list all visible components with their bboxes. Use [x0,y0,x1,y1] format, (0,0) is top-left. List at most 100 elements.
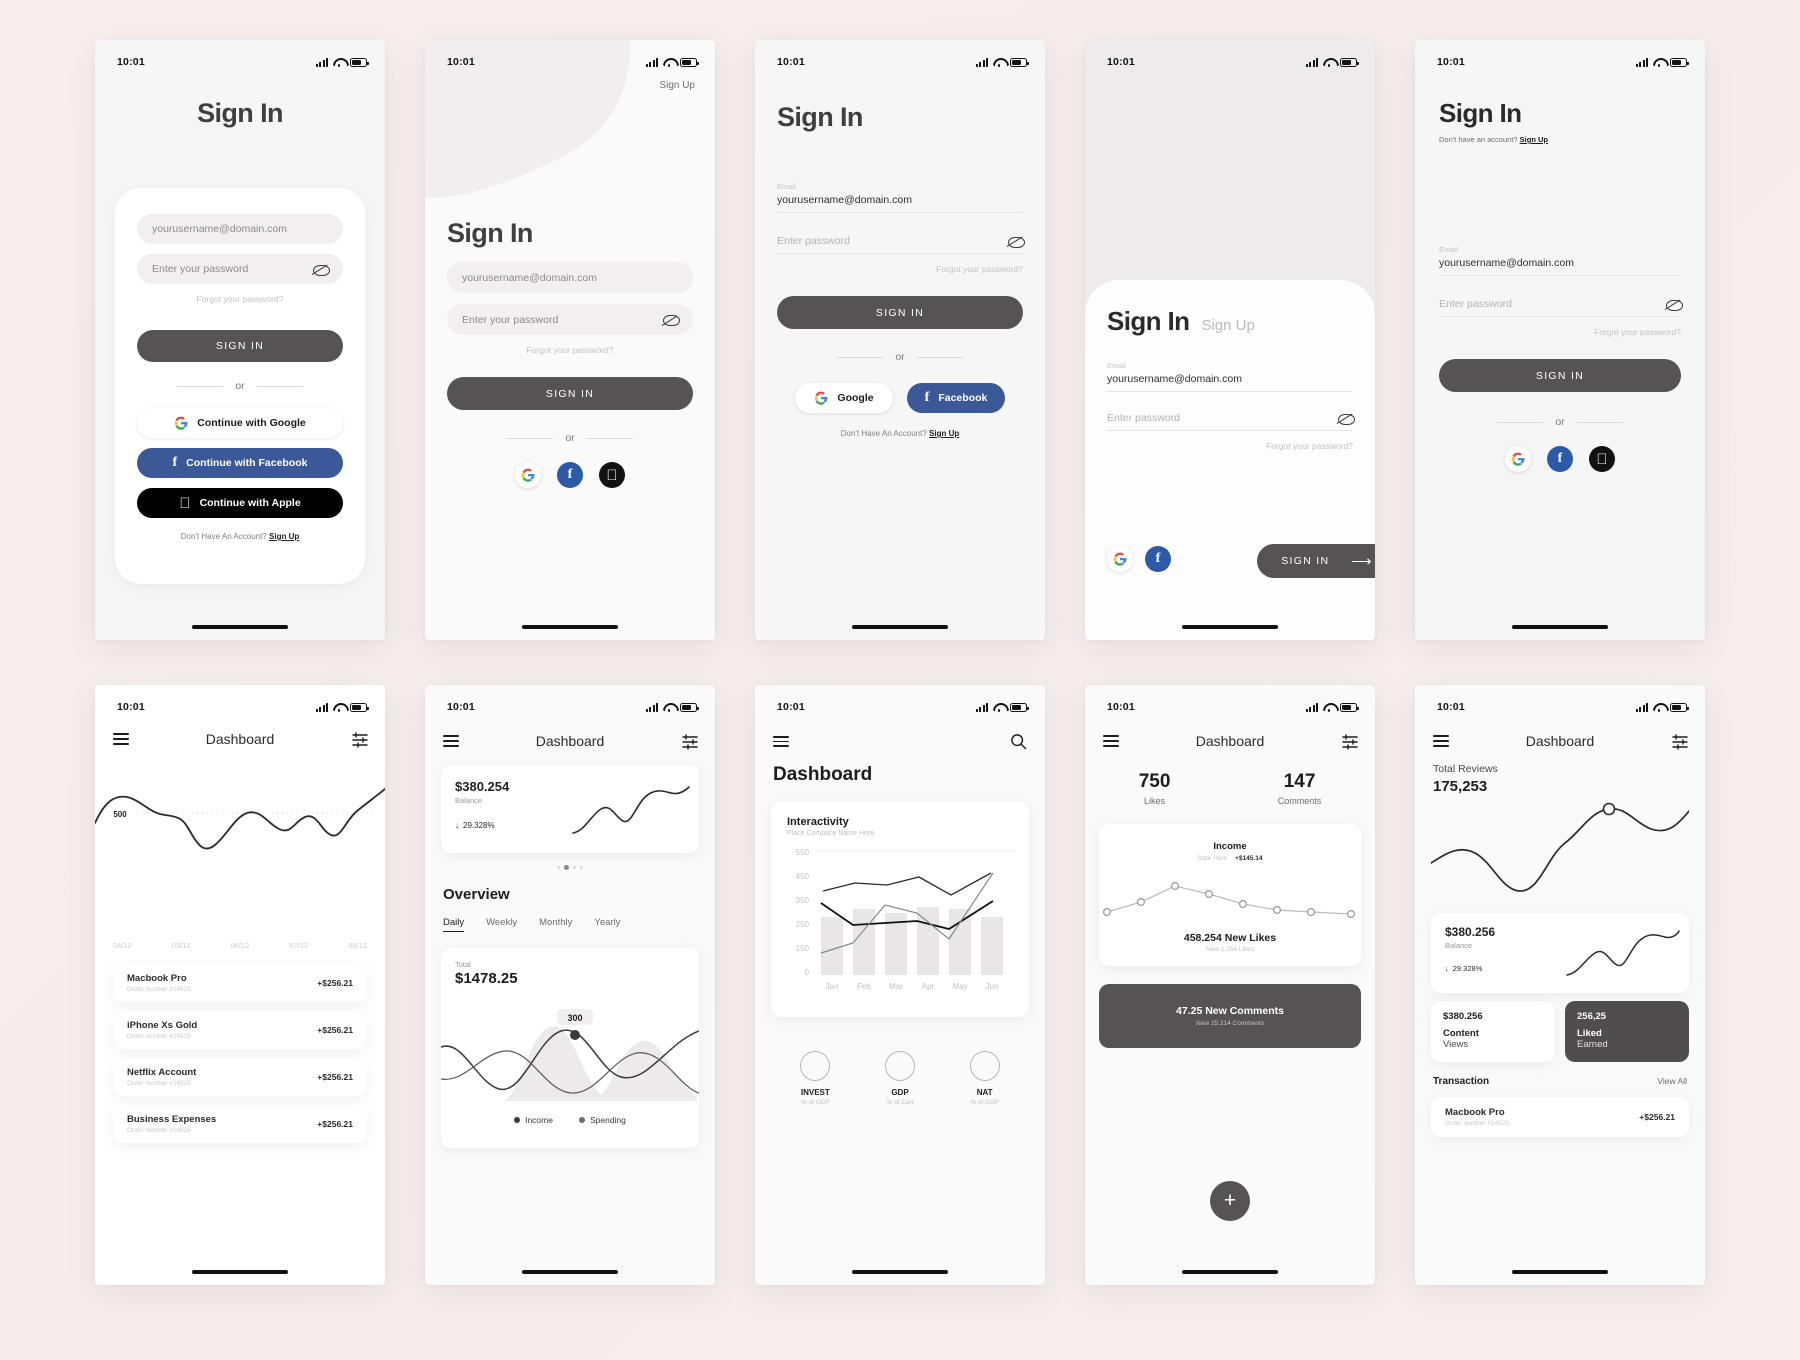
continue-with-google-button[interactable]: Continue with Google [137,408,343,438]
email-value: yourusername@domain.com [1439,257,1681,276]
filter-icon[interactable] [1341,734,1358,750]
google-social-button[interactable] [1107,546,1133,572]
balance-card[interactable]: $380.254 Balance ↓ 29.328% [441,765,699,853]
continue-with-facebook-button[interactable]: f Continue with Facebook [137,448,343,478]
new-comments-card[interactable]: 47.25 New Comments New 25.214 Comments [1099,984,1361,1048]
y-tick: 150 [796,944,810,953]
add-button[interactable]: + [1210,1181,1250,1221]
content-views-card[interactable]: $380.256 Content Views [1431,1001,1555,1062]
income-line-chart [1102,882,1356,918]
sign-in-button[interactable]: SIGN IN ⟶ [1257,544,1375,578]
signup-link[interactable]: Sign Up [1520,135,1548,144]
email-field[interactable]: Email yourusername@domain.com [777,182,1023,213]
forgot-password-link[interactable]: Forgot your password? [777,264,1023,274]
signup-link[interactable]: Sign Up [929,429,959,438]
cellular-signal-icon [316,57,328,67]
sign-in-button[interactable]: SIGN IN [137,330,343,362]
status-bar: 10:01 [425,685,715,719]
comments-label: Comments [1277,796,1322,806]
email-value: yourusername@domain.com [777,194,1023,213]
password-field[interactable]: Enter password [1439,298,1683,317]
email-value: yourusername@domain.com [1107,373,1353,392]
password-input[interactable]: Enter your password [447,304,693,335]
chart-badge: 500 [113,810,127,819]
balance-sparkline [572,786,690,834]
email-field[interactable]: Email yourusername@domain.com [1439,245,1681,276]
transaction-row[interactable]: Business Expenses Order number #14525 +$25… [113,1105,367,1143]
transaction-row[interactable]: iPhone Xs Gold Order number #14525 +$256.2… [113,1011,367,1049]
stat-gdp[interactable]: GDP % of Cart [884,1051,915,1106]
or-label: or [895,351,905,363]
eye-off-icon[interactable] [663,314,680,326]
forgot-password-link[interactable]: Forgot your password? [1439,327,1681,337]
period-tabs[interactable]: Daily Weekly Monthly Yearly [443,917,697,932]
income-date: Date Here [1197,855,1228,862]
stat-sub: % of GDP [800,1099,830,1106]
password-field[interactable]: Enter password [1107,412,1355,431]
tab-weekly[interactable]: Weekly [486,917,517,932]
filter-icon[interactable] [681,734,698,750]
continue-with-apple-button[interactable]:  Continue with Apple [137,488,343,518]
tab-monthly[interactable]: Monthly [539,917,572,932]
overview-chart-card: Total $1478.25 300 Income Spending [441,948,699,1148]
password-input[interactable]: Enter your password [137,254,343,284]
eye-off-icon[interactable] [1338,413,1355,425]
eye-off-icon[interactable] [1666,299,1683,311]
forgot-password-link[interactable]: Forgot your password? [1107,441,1353,451]
forgot-password-link[interactable]: Forgot your password? [137,294,343,304]
sign-in-button[interactable]: SIGN IN [1439,359,1681,392]
signup-link[interactable]: Sign Up [269,532,299,541]
menu-icon[interactable] [773,735,789,748]
signup-link[interactable]: Sign Up [659,80,695,91]
eye-off-icon[interactable] [313,264,330,276]
screen-signin-3: 10:01 Sign In Email yourusername@domain.… [755,40,1045,640]
facebook-social-button[interactable]: f [1145,546,1171,572]
apple-social-button[interactable]:  [1589,446,1615,472]
menu-icon[interactable] [1433,735,1449,747]
tab-yearly[interactable]: Yearly [594,917,620,932]
tab-daily[interactable]: Daily [443,917,465,932]
facebook-label: Facebook [938,392,988,404]
transaction-row[interactable]: Macbook Pro Order number #14525 +$256.21 [1431,1097,1689,1137]
stat-nat[interactable]: NAT % of GDP [969,1051,1000,1106]
google-social-button[interactable] [515,462,541,488]
liked-earned-card[interactable]: 256,25 Liked Earned [1565,1001,1689,1062]
signup-prompt[interactable]: Don't Have An Account? Sign Up [777,429,1023,438]
balance-card[interactable]: $380.256 Balance ↓ 29.328% [1431,913,1689,993]
menu-icon[interactable] [1103,735,1119,747]
facebook-button[interactable]: f Facebook [907,383,1005,413]
password-field[interactable]: Enter password [777,235,1025,254]
balance-line-chart: 500 [95,788,385,850]
apple-social-button[interactable]:  [599,462,625,488]
view-all-link[interactable]: View All [1657,1076,1687,1086]
signup-prompt[interactable]: Don't have an account? Sign Up [1439,135,1548,144]
forgot-password-link[interactable]: Forgot your password? [447,345,693,355]
sign-in-button[interactable]: SIGN IN [447,377,693,410]
email-input[interactable]: yourusername@domain.com [137,214,343,244]
stat-invest[interactable]: INVEST % of GDP [800,1051,831,1106]
tab-signup[interactable]: Sign Up [1201,317,1254,334]
arrow-right-icon: ⟶ [1351,553,1373,569]
email-field[interactable]: Email yourusername@domain.com [1107,361,1353,392]
sign-in-button[interactable]: SIGN IN [777,296,1023,329]
search-icon[interactable] [1010,733,1027,750]
facebook-social-button[interactable]: f [557,462,583,488]
transaction-row[interactable]: Macbook Pro Order number #14525 +$256.21 [113,964,367,1002]
liked-line2: Earned [1577,1039,1608,1050]
filter-icon[interactable] [351,732,368,748]
menu-icon[interactable] [113,733,129,745]
menu-icon[interactable] [443,735,459,747]
eye-off-icon[interactable] [1008,236,1025,248]
google-social-button[interactable] [1505,446,1531,472]
filter-icon[interactable] [1671,734,1688,750]
google-button[interactable]: Google [795,383,893,413]
signup-prompt[interactable]: Don't Have An Account? Sign Up [137,532,343,541]
cellular-signal-icon [976,57,988,67]
page-title: Dashboard [773,764,873,785]
facebook-social-button[interactable]: f [1547,446,1573,472]
progress-ring [800,1051,831,1081]
arrow-down-icon: ↓ [1445,964,1449,973]
transaction-row[interactable]: Netflix Account Order number #14525 +$256.… [113,1058,367,1096]
y-tick: 450 [796,872,810,881]
email-input[interactable]: yourusername@domain.com [447,262,693,293]
